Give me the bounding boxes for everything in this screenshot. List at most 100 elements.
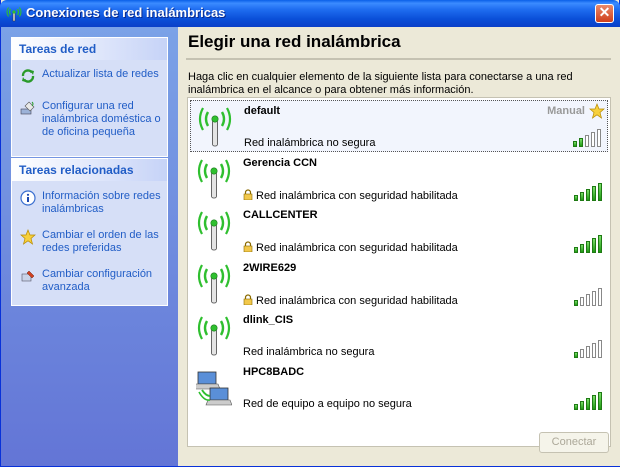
signal-bar [586, 294, 590, 306]
signal-bar [598, 183, 602, 201]
signal-bar [598, 340, 602, 358]
network-status: Red de equipo a equipo no segura [243, 398, 412, 410]
wireless-icon [6, 7, 22, 22]
signal-bar [585, 135, 589, 147]
signal-bar [574, 195, 578, 201]
network-name: default [244, 105, 281, 117]
related-tasks-panel: Tareas relacionadas Información sobre re… [11, 158, 168, 306]
network-tasks-panel: Tareas de red Actualizar lista de redes … [11, 37, 168, 157]
antenna-icon [197, 316, 231, 356]
signal-bar [586, 398, 590, 410]
network-item[interactable]: default Manual Red inalámbrica no segura [190, 100, 608, 152]
signal-bar [592, 291, 596, 306]
network-item[interactable]: Gerencia CCN Red inalámbrica con segurida… [190, 153, 608, 205]
window-title: Conexiones de red inalámbricas [26, 5, 226, 20]
refresh-icon [21, 69, 35, 83]
network-tasks-title: Tareas de red [12, 38, 167, 60]
signal-bar [598, 392, 602, 410]
network-status-label: Red inalámbrica no segura [244, 137, 376, 149]
advanced-settings-task[interactable]: Cambiar configuración avanzada [12, 268, 167, 294]
signal-bar [598, 235, 602, 253]
signal-bar [586, 189, 590, 201]
signal-bar [592, 186, 596, 201]
antenna-icon [197, 211, 231, 251]
network-name: HPC8BADC [243, 366, 305, 378]
signal-bar [597, 129, 601, 147]
network-list[interactable]: default Manual Red inalámbrica no segura Ge… [187, 97, 611, 447]
refresh-network-list-task[interactable]: Actualizar lista de redes [12, 68, 167, 83]
network-name: Gerencia CCN [243, 157, 317, 169]
signal-bar [574, 404, 578, 410]
signal-strength-indicator [573, 127, 603, 147]
network-status: Red inalámbrica con seguridad habilitada [243, 294, 458, 307]
change-preferred-order-label: Cambiar el orden de las redes preferidas [42, 229, 159, 254]
settings-icon [21, 270, 35, 282]
network-item[interactable]: CALLCENTER Red inalámbrica con seguridad … [190, 205, 608, 257]
signal-bar [574, 352, 578, 358]
signal-bar [586, 346, 590, 358]
signal-bar [580, 401, 584, 410]
star-icon [20, 229, 36, 245]
info-icon [20, 190, 36, 206]
antenna-icon [198, 107, 232, 147]
signal-bar [598, 288, 602, 306]
network-status: Red inalámbrica con seguridad habilitada [243, 189, 458, 202]
signal-bar [580, 192, 584, 201]
lock-icon [243, 241, 253, 252]
antenna-icon [197, 159, 231, 199]
network-status: Red inalámbrica no segura [244, 137, 375, 149]
title-bar[interactable]: Conexiones de red inalámbricas ✕ [0, 0, 620, 27]
title-divider [186, 58, 611, 60]
network-status-label: Red de equipo a equipo no segura [243, 398, 412, 410]
lock-icon [243, 294, 253, 305]
network-status-label: Red inalámbrica con seguridad habilitada [256, 295, 458, 307]
setup-wireless-network-label: Configurar una red inalámbrica doméstica… [42, 100, 161, 138]
signal-bar [579, 138, 583, 147]
network-item[interactable]: 2WIRE629 Red inalámbrica con seguridad ha… [190, 258, 608, 310]
network-status-label: Red inalámbrica no segura [243, 346, 375, 358]
signal-bar [591, 132, 595, 147]
lock-icon [243, 189, 253, 200]
network-status-label: Red inalámbrica con seguridad habilitada [256, 190, 458, 202]
signal-bar [580, 244, 584, 253]
close-button[interactable]: ✕ [595, 4, 614, 23]
network-name: 2WIRE629 [243, 262, 297, 274]
advanced-settings-label: Cambiar configuración avanzada [42, 268, 153, 293]
close-icon: ✕ [598, 4, 611, 20]
wireless-connections-window: Conexiones de red inalámbricas ✕ Tareas … [0, 0, 620, 467]
wireless-info-label: Información sobre redes inalámbricas [42, 190, 161, 215]
instructions-text: Haga clic en cualquier elemento de la si… [188, 71, 573, 96]
signal-bar [573, 141, 577, 147]
preferred-star-icon [589, 103, 605, 119]
signal-strength-indicator [574, 286, 604, 306]
network-name: dlink_CIS [243, 314, 294, 326]
signal-bar [580, 349, 584, 358]
signal-bar [592, 395, 596, 410]
change-preferred-order-task[interactable]: Cambiar el orden de las redes preferidas [12, 229, 167, 255]
signal-strength-indicator [574, 390, 604, 410]
signal-bar [592, 238, 596, 253]
signal-bar [574, 300, 578, 306]
signal-strength-indicator [574, 233, 604, 253]
wireless-setup-icon [20, 101, 35, 115]
network-status: Red inalámbrica no segura [243, 346, 374, 358]
main-content: Elegir una red inalámbrica Haga clic en … [178, 27, 620, 466]
signal-strength-indicator [574, 181, 604, 201]
manual-label: Manual [547, 105, 585, 117]
refresh-network-list-label: Actualizar lista de redes [42, 68, 159, 80]
network-item[interactable]: HPC8BADC Red de equipo a equipo no segura [190, 362, 608, 414]
network-name: CALLCENTER [243, 209, 318, 221]
connect-button[interactable]: Conectar [539, 432, 609, 453]
wireless-info-task[interactable]: Información sobre redes inalámbricas [12, 190, 167, 216]
network-item[interactable]: dlink_CIS Red inalámbrica no segura [190, 310, 608, 362]
signal-strength-indicator [574, 338, 604, 358]
page-title: Elegir una red inalámbrica [188, 32, 401, 51]
related-tasks-title: Tareas relacionadas [12, 159, 167, 181]
signal-bar [586, 241, 590, 253]
network-status: Red inalámbrica con seguridad habilitada [243, 241, 458, 254]
signal-bar [580, 297, 584, 306]
signal-bar [574, 247, 578, 253]
computer-to-computer-icon [196, 371, 232, 406]
setup-wireless-network-task[interactable]: Configurar una red inalámbrica doméstica… [12, 100, 167, 139]
task-sidebar: Tareas de red Actualizar lista de redes … [1, 27, 178, 466]
